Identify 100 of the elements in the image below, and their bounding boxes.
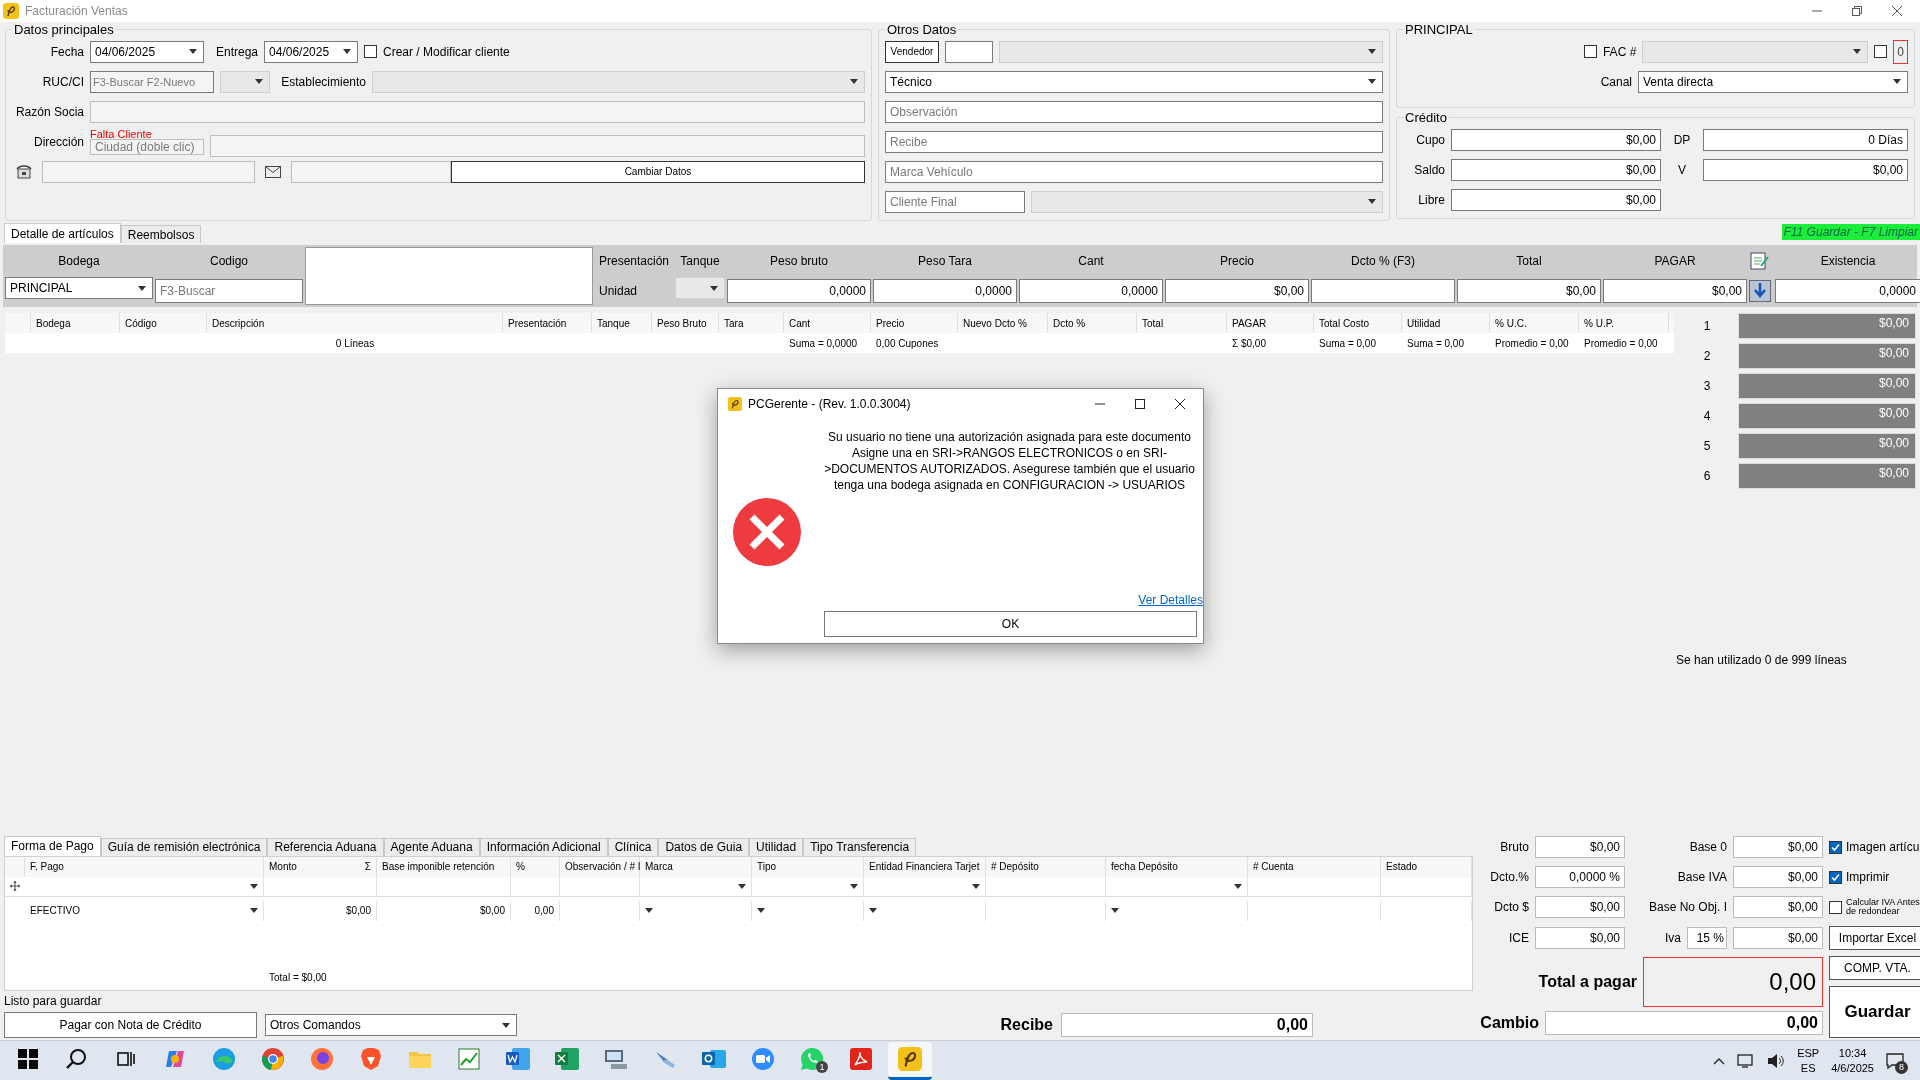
input-field[interactable]: 0 Días (1703, 128, 1908, 151)
input-field[interactable]: $0,00 (1535, 896, 1625, 919)
tab[interactable]: Agente Aduana (383, 837, 480, 856)
search-field[interactable]: F3-Buscar F2-Nuevo (90, 70, 214, 93)
app-logo-icon[interactable] (898, 1047, 922, 1072)
column-header[interactable]: Tipo (752, 856, 864, 877)
input-field[interactable]: Cliente Final (885, 190, 1025, 213)
input-field[interactable]: $0,00 (1733, 927, 1823, 950)
input-field[interactable]: $0,00 (1733, 836, 1823, 859)
input-field[interactable] (42, 160, 255, 183)
notepad-icon[interactable] (1749, 251, 1769, 272)
tab[interactable]: Referencia Aduana (267, 837, 384, 856)
input-field[interactable]: 0,0000 (1775, 279, 1920, 304)
checkbox[interactable] (1829, 840, 1842, 854)
column-header[interactable]: % (511, 856, 560, 877)
tab[interactable]: Detalle de artículos (4, 223, 121, 244)
column-header[interactable]: Observación / # I (560, 856, 640, 877)
windows-icon[interactable] (18, 1049, 38, 1070)
date-field[interactable]: 04/06/2025 (264, 40, 359, 63)
tab[interactable]: Reembolsos (120, 225, 202, 244)
input-field[interactable]: $0,00 (1603, 279, 1747, 304)
input-field[interactable]: $0,00 (1457, 279, 1601, 304)
edge-icon[interactable] (212, 1047, 236, 1072)
input-field[interactable]: $0,00 (1451, 128, 1661, 151)
lion-shield-icon[interactable] (360, 1047, 382, 1072)
checkbox[interactable] (1829, 870, 1842, 884)
clock[interactable]: 10:34 4/6/2025 (1831, 1045, 1874, 1076)
chevron-up-icon[interactable] (1713, 1056, 1726, 1065)
input-field[interactable] (945, 40, 993, 63)
chat-bubble-icon[interactable] (800, 1047, 824, 1072)
maximize-icon[interactable] (1135, 399, 1145, 409)
import-excel-button[interactable]: Importar Excel (1829, 926, 1920, 951)
checkbox[interactable] (364, 45, 378, 59)
input-field[interactable] (90, 100, 865, 123)
comp-button[interactable]: COMP. VTA. (1829, 956, 1920, 981)
input-field[interactable]: 0,0000 (727, 279, 871, 304)
input-field[interactable]: 0,0000 (1019, 279, 1163, 304)
restore-icon[interactable] (1852, 5, 1862, 16)
input-field[interactable]: F3-Buscar (155, 279, 303, 304)
outlook-icon[interactable] (702, 1048, 726, 1071)
column-header[interactable]: Entidad Financiera Tarjet (864, 856, 986, 877)
taskbar-button[interactable]: 1 (790, 1041, 834, 1080)
description-field[interactable] (305, 247, 593, 306)
save-button[interactable]: Guardar (1829, 986, 1920, 1039)
close-icon[interactable] (1892, 5, 1902, 16)
input-field[interactable]: Observación (885, 100, 1383, 123)
change-data-button[interactable]: Cambiar Datos (451, 160, 865, 183)
input-field[interactable]: 0,00 (1061, 1013, 1313, 1038)
input-field[interactable]: Ciudad (doble clic) (90, 138, 204, 155)
input-field[interactable]: 0,00 (1545, 1011, 1823, 1036)
input-field[interactable]: $0,00 (1535, 836, 1625, 859)
input-field[interactable]: 15 % (1687, 927, 1727, 950)
column-header[interactable]: Monto Σ (264, 856, 377, 877)
tab[interactable]: Guía de remisión electrónica (100, 837, 268, 856)
volume-icon[interactable] (1767, 1052, 1786, 1069)
input-field[interactable] (1311, 279, 1455, 304)
search-icon[interactable] (66, 1048, 88, 1071)
tab[interactable]: Tipo Transferencia (803, 837, 917, 856)
input-field[interactable] (291, 160, 451, 183)
taskbar-button[interactable] (888, 1041, 932, 1080)
dropdown[interactable]: Técnico (885, 70, 1383, 93)
tab[interactable]: Utilidad (749, 837, 804, 856)
checkbox[interactable] (1829, 900, 1842, 914)
chrome-icon[interactable] (261, 1047, 285, 1072)
dropdown[interactable]: PRINCIPAL (5, 277, 153, 300)
tab[interactable]: Información Adicional (479, 837, 608, 856)
column-header[interactable]: F. Pago (25, 856, 264, 877)
column-header[interactable]: Base imponible retención (377, 856, 511, 877)
checkbox[interactable] (1583, 45, 1597, 59)
input-field[interactable] (210, 134, 865, 157)
input-field[interactable]: $0,00 (1535, 927, 1625, 950)
commands-dropdown[interactable]: Otros Comandos (265, 1014, 517, 1037)
tab[interactable]: Forma de Pago (4, 835, 101, 856)
tab[interactable]: Clínica (607, 837, 659, 856)
ok-button[interactable]: OK (824, 611, 1197, 637)
column-header[interactable]: Estado (1381, 856, 1472, 877)
column-header[interactable]: Marca (640, 856, 752, 877)
input-field[interactable]: 0,0000 (873, 279, 1017, 304)
input-field[interactable]: 0,0000 % (1535, 866, 1625, 889)
input-field[interactable]: $0,00 (1733, 866, 1823, 889)
excel-icon[interactable] (555, 1048, 579, 1071)
word-icon[interactable] (506, 1048, 530, 1071)
details-link[interactable]: Ver Detalles (1138, 593, 1203, 607)
language-indicator[interactable]: ESP ES (1797, 1045, 1820, 1076)
pdf-icon[interactable] (850, 1048, 872, 1071)
input-field[interactable]: $0,00 (1733, 896, 1823, 919)
checkbox[interactable] (1874, 45, 1888, 59)
dropdown[interactable]: Venta directa (1638, 70, 1908, 93)
firefox-icon[interactable] (310, 1047, 334, 1072)
date-field[interactable]: 04/06/2025 (90, 40, 204, 63)
input-field[interactable]: $0,00 (1451, 158, 1661, 181)
monitor-icon[interactable] (604, 1048, 628, 1071)
input-field[interactable]: $0,00 (1165, 279, 1309, 304)
input-field[interactable]: Marca Vehículo (885, 160, 1383, 183)
seller-button[interactable]: Vendedor (885, 40, 939, 63)
video-camera-icon[interactable] (751, 1047, 775, 1072)
credit-note-button[interactable]: Pagar con Nota de Crédito (4, 1012, 257, 1039)
column-header[interactable]: fecha Depósito (1106, 856, 1248, 877)
input-field[interactable]: $0,00 (1703, 158, 1908, 181)
input-field[interactable]: $0,00 (1451, 188, 1661, 211)
